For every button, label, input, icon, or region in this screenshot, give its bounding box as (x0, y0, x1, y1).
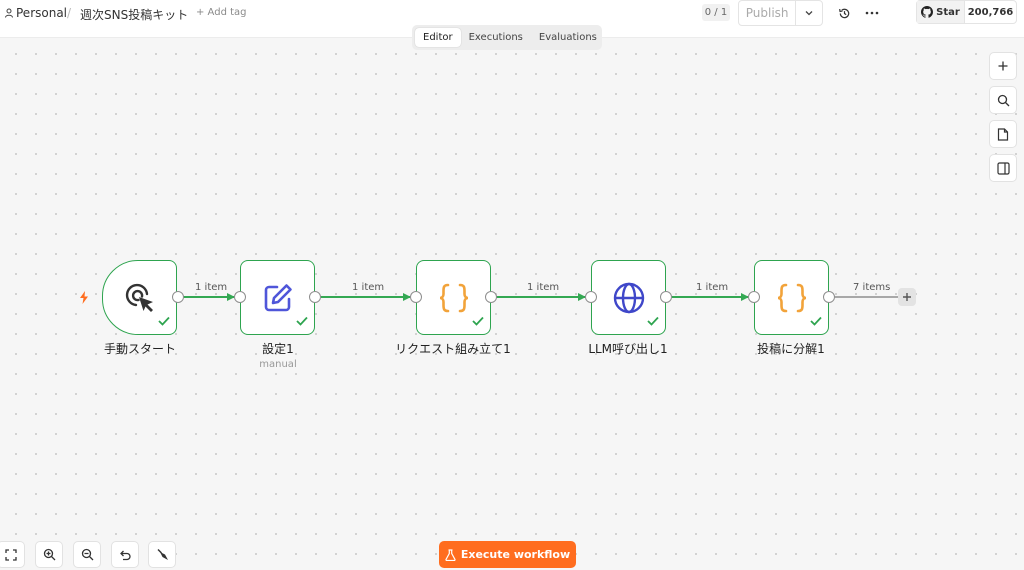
plus-icon (903, 293, 911, 301)
node-manual-start[interactable] (102, 260, 177, 335)
tab-editor[interactable]: Editor (415, 28, 461, 47)
input-handle[interactable] (748, 291, 760, 303)
fit-view-icon (5, 548, 17, 561)
node-label: LLM呼び出し1 (588, 342, 668, 356)
node-llm-call[interactable] (591, 260, 666, 335)
undo-icon (120, 550, 131, 560)
tidy-up-button[interactable] (148, 541, 176, 568)
edit-icon (264, 283, 292, 311)
code-braces-icon (777, 283, 806, 312)
input-handle[interactable] (410, 291, 422, 303)
tab-executions[interactable]: Executions (461, 28, 531, 47)
output-handle[interactable] (309, 291, 321, 303)
output-handle[interactable] (172, 291, 184, 303)
success-check-icon (296, 311, 308, 330)
zoom-in-icon (43, 548, 55, 561)
success-check-icon (472, 311, 484, 330)
execute-workflow-button[interactable]: Execute workflow (439, 541, 576, 568)
undo-button[interactable] (111, 541, 139, 568)
output-handle[interactable] (660, 291, 672, 303)
edge-label: 1 item (696, 282, 729, 293)
zoom-out-button[interactable] (73, 541, 101, 568)
input-handle[interactable] (234, 291, 246, 303)
cursor-click-icon (125, 283, 153, 312)
success-check-icon (158, 311, 170, 330)
fit-view-button[interactable] (0, 541, 25, 568)
tab-evaluations[interactable]: Evaluations (531, 28, 605, 47)
execute-workflow-label: Execute workflow (460, 548, 571, 561)
broom-icon (157, 549, 168, 560)
node-label: リクエスト組み立て1 (395, 342, 511, 356)
node-subtitle: manual (259, 359, 297, 370)
globe-icon (613, 282, 644, 313)
node-label: 投稿に分解1 (757, 342, 825, 356)
success-check-icon (647, 311, 659, 330)
node-label: 手動スタート (103, 342, 176, 356)
node-label: 設定1 (262, 342, 294, 356)
output-handle[interactable] (823, 291, 835, 303)
node-settings[interactable] (240, 260, 315, 335)
edge-label: 1 item (195, 282, 228, 293)
add-next-node-button[interactable] (898, 288, 916, 306)
code-braces-icon (439, 283, 468, 312)
output-handle[interactable] (485, 291, 497, 303)
node-split-posts[interactable] (754, 260, 829, 335)
zoom-in-button[interactable] (35, 541, 63, 568)
zoom-out-icon (81, 548, 93, 561)
lightning-bolt-icon (78, 290, 90, 304)
edge-label: 1 item (527, 282, 560, 293)
edge-label: 1 item (352, 282, 385, 293)
edge-label: 7 items (853, 282, 891, 293)
flask-icon (445, 548, 456, 561)
success-check-icon (810, 311, 822, 330)
input-handle[interactable] (585, 291, 597, 303)
view-tabs: Editor Executions Evaluations (412, 25, 602, 50)
node-build-request[interactable] (416, 260, 491, 335)
